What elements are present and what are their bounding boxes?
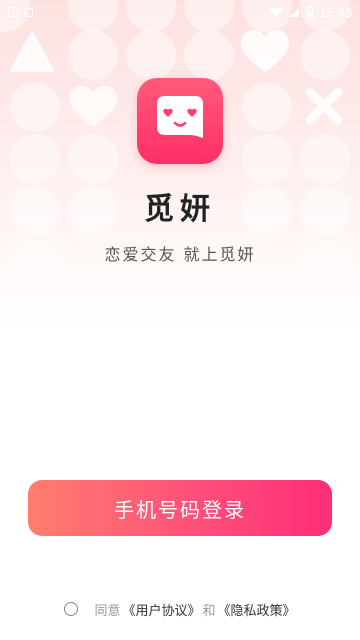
app-logo: [137, 78, 223, 164]
phone-login-button[interactable]: 手机号码登录: [28, 480, 332, 536]
battery-icon: [306, 6, 314, 18]
wifi-icon: [269, 6, 283, 17]
background-pattern: [0, 0, 360, 330]
status-bar: 15:43: [0, 0, 360, 24]
status-time: 15:43: [319, 4, 352, 20]
app-slogan: 恋爱交友 就上觅妍: [104, 245, 256, 264]
agreement-prefix: 同意: [94, 603, 121, 619]
user-agreement-link[interactable]: 《用户协议》: [122, 600, 200, 619]
heart-shape-icon: [69, 86, 117, 127]
triangle-shape-icon: [10, 32, 54, 72]
agreement-row: 同意 《用户协议》 和 《隐私政策》: [0, 598, 360, 620]
agreement-radio[interactable]: [64, 602, 79, 616]
chat-bubble-logo-icon: [157, 96, 203, 138]
privacy-policy-link[interactable]: 《隐私政策》: [218, 600, 296, 619]
cross-shape-icon: [305, 87, 343, 125]
signal-icon: [290, 7, 300, 17]
heart-shape-icon: [241, 30, 289, 72]
download-icon: [24, 7, 33, 17]
app-name: 觅妍: [144, 192, 216, 227]
notification-icon: [8, 7, 18, 17]
agreement-conjunction: 和: [202, 603, 216, 619]
